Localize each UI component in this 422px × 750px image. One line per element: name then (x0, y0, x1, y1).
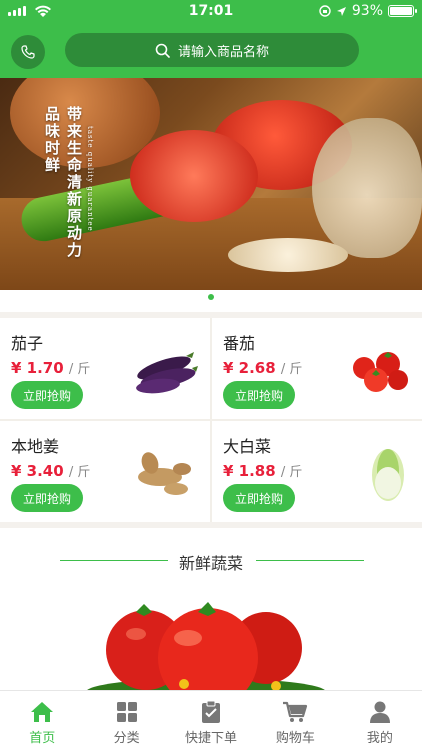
clipboard-icon (202, 700, 221, 723)
phone-icon (21, 45, 35, 59)
search-placeholder: 请输入商品名称 (177, 44, 269, 60)
buy-now-button[interactable]: 立即抢购 (223, 381, 295, 409)
tab-cart[interactable]: 购物车 (253, 691, 337, 750)
tomato-image (353, 352, 408, 392)
banner-slogan-3: taste quality guarantee (86, 126, 94, 232)
ginger-image (138, 452, 191, 495)
product-price: ¥ 3.40 / 斤 (11, 462, 91, 480)
product-name: 本地姜 (11, 437, 60, 456)
product-price: ¥ 1.88 / 斤 (223, 462, 303, 480)
product-price: ¥ 1.70 / 斤 (11, 359, 91, 377)
product-card-eggplant[interactable]: 茄子 ¥ 1.70 / 斤 立即抢购 (0, 318, 210, 419)
tab-label: 首页 (29, 731, 56, 746)
phone-button[interactable] (11, 35, 45, 69)
header-bar: 17:01 93% 请输入商品名称 (0, 0, 422, 78)
cart-icon (283, 701, 308, 722)
banner-jar-image (312, 118, 422, 258)
banner-pagination (0, 290, 422, 312)
orientation-lock-icon (319, 5, 331, 17)
tab-label: 快捷下单 (185, 731, 238, 746)
product-name: 大白菜 (223, 437, 272, 456)
search-input[interactable]: 请输入商品名称 (65, 33, 359, 67)
banner-tomato-slice-image (130, 130, 258, 222)
product-grid: 茄子 ¥ 1.70 / 斤 立即抢购 番茄 ¥ 2.68 / 斤 立即抢购 本地… (0, 318, 422, 522)
product-card-tomato[interactable]: 番茄 ¥ 2.68 / 斤 立即抢购 (212, 318, 422, 419)
battery-icon (388, 5, 417, 17)
buy-now-button[interactable]: 立即抢购 (11, 484, 83, 512)
grid-icon (116, 702, 137, 722)
product-card-ginger[interactable]: 本地姜 ¥ 3.40 / 斤 立即抢购 (0, 421, 210, 522)
banner-slogan-2: 带来生命清新原动力 (65, 106, 83, 259)
section-divider (256, 560, 364, 561)
tomatoes-image[interactable] (86, 588, 326, 692)
location-icon (336, 6, 346, 16)
product-price: ¥ 2.68 / 斤 (223, 359, 303, 377)
buy-now-button[interactable]: 立即抢购 (223, 484, 295, 512)
tab-label: 分类 (113, 731, 140, 746)
battery-percent: 93% (351, 3, 383, 19)
promo-banner[interactable]: 品味时鲜 带来生命清新原动力 taste quality guarantee (0, 78, 422, 290)
eggplant-image (136, 352, 198, 394)
pagination-dot-active[interactable] (208, 294, 214, 300)
bottom-tab-bar: 首页 分类 快捷下单 购物车 我的 (0, 690, 422, 750)
buy-now-button[interactable]: 立即抢购 (11, 381, 83, 409)
cabbage-image (372, 449, 404, 501)
tab-category[interactable]: 分类 (84, 691, 168, 750)
tab-home[interactable]: 首页 (0, 691, 84, 750)
product-name: 茄子 (11, 334, 44, 353)
product-card-cabbage[interactable]: 大白菜 ¥ 1.88 / 斤 立即抢购 (212, 421, 422, 522)
home-icon (31, 702, 54, 722)
tab-label: 我的 (366, 731, 393, 746)
banner-grains-image (228, 238, 348, 272)
section-title: 新鲜蔬菜 (178, 554, 243, 573)
tab-quick-order[interactable]: 快捷下单 (169, 691, 253, 750)
search-icon (155, 43, 170, 58)
product-name: 番茄 (223, 334, 256, 353)
tab-label: 购物车 (275, 731, 315, 746)
tab-profile[interactable]: 我的 (338, 691, 422, 750)
user-icon (369, 701, 390, 723)
fresh-vegetables-section: 新鲜蔬菜 (0, 528, 422, 692)
banner-slogan-1: 品味时鲜 (43, 106, 61, 174)
status-bar: 17:01 93% (0, 0, 422, 24)
